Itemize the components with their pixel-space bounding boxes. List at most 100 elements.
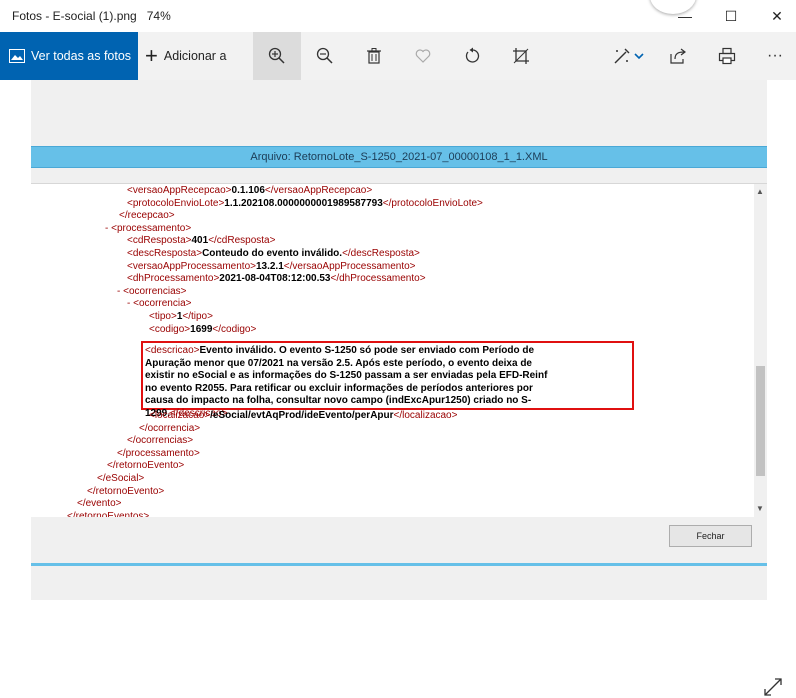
expand-icon[interactable] bbox=[762, 676, 784, 698]
xml-tag: <dhProcessamento> bbox=[127, 273, 220, 285]
bottom-strip bbox=[31, 563, 767, 566]
xml-value: /eSocial/evtAqProd/ideEvento/perApur bbox=[210, 410, 394, 421]
xml-close-tag: </versaoAppProcessamento> bbox=[283, 260, 416, 272]
scroll-thumb[interactable] bbox=[756, 366, 765, 476]
xml-tag: </recepcao> bbox=[119, 210, 175, 222]
xml-tag: <cdResposta> bbox=[127, 235, 192, 247]
share-button[interactable] bbox=[654, 32, 702, 80]
delete-icon bbox=[367, 48, 381, 64]
edit-dropdown[interactable] bbox=[626, 32, 652, 80]
close-dialog-button[interactable]: Fechar bbox=[669, 525, 752, 547]
xml-tag: <versaoAppProcessamento> bbox=[127, 260, 256, 272]
xml-close-tag: </dhProcessamento> bbox=[330, 273, 426, 285]
xml-line: </eSocial> bbox=[97, 473, 144, 485]
delete-button[interactable] bbox=[350, 32, 398, 80]
screenshot-image: Arquivo: RetornoLote_S-1250_2021-07_0000… bbox=[31, 80, 767, 600]
more-button[interactable]: ··· bbox=[751, 32, 796, 80]
maximize-button[interactable]: ☐ bbox=[708, 0, 754, 32]
xml-line: <cdResposta>401</cdResposta> bbox=[127, 235, 275, 247]
plus-icon: + bbox=[145, 43, 158, 68]
print-icon bbox=[718, 47, 736, 65]
xml-value: 0.1.106 bbox=[231, 185, 265, 196]
share-icon bbox=[670, 48, 686, 64]
add-to-label: Adicionar a bbox=[163, 49, 227, 63]
xml-line: <descResposta>Conteudo do evento inválid… bbox=[127, 248, 420, 260]
xml-close-tag: </cdResposta> bbox=[208, 235, 276, 247]
scroll-up-icon[interactable]: ▲ bbox=[756, 187, 764, 196]
xml-value: 1699 bbox=[190, 323, 213, 335]
rotate-icon bbox=[465, 47, 480, 63]
xml-tag: <descResposta> bbox=[127, 248, 203, 259]
dialog-footer: Fechar bbox=[31, 517, 767, 559]
xml-line: </recepcao> bbox=[119, 210, 175, 222]
see-all-label: Ver todas as fotos bbox=[31, 49, 132, 63]
toolbar: Ver todas as fotos + Adicionar a ··· bbox=[0, 32, 796, 80]
xml-tag: - <ocorrencia> bbox=[127, 298, 192, 310]
xml-tag: <codigo> bbox=[149, 323, 191, 335]
xml-line: <protocoloEnvioLote>1.1.202108.000000000… bbox=[127, 198, 483, 210]
image-canvas: Arquivo: RetornoLote_S-1250_2021-07_0000… bbox=[0, 80, 796, 696]
vertical-scrollbar[interactable]: ▲ ▼ bbox=[754, 184, 767, 517]
favorite-button[interactable] bbox=[399, 32, 447, 80]
zoom-out-button[interactable] bbox=[301, 32, 349, 80]
xml-line: <versaoAppProcessamento>13.2.1</versaoAp… bbox=[127, 261, 416, 273]
xml-viewer: <versaoAppRecepcao>0.1.106</versaoAppRec… bbox=[31, 183, 767, 517]
xml-close-tag: </descResposta> bbox=[342, 248, 420, 259]
xml-tag: - <ocorrencias> bbox=[117, 285, 187, 297]
xml-tag: </ocorrencias> bbox=[127, 435, 194, 447]
descricao-line: Evento inválido. O evento S-1250 só pode… bbox=[199, 345, 535, 356]
see-all-photos-button[interactable]: Ver todas as fotos bbox=[0, 32, 138, 80]
xml-value: 401 bbox=[191, 235, 209, 247]
xml-line: - <processamento> bbox=[105, 223, 191, 235]
xml-value: 1.1.202108.0000000001989587793 bbox=[224, 197, 383, 209]
xml-tag: <localizacao> bbox=[149, 410, 211, 421]
add-to-button[interactable]: + Adicionar a bbox=[145, 32, 226, 80]
xml-tag: </evento> bbox=[77, 498, 122, 510]
minimize-button[interactable]: — bbox=[662, 0, 708, 32]
title-bar: Fotos - E-social (1).png 74% — ☐ ✕ bbox=[0, 0, 796, 32]
zoom-in-icon bbox=[268, 47, 285, 64]
descricao-line: existir no eSocial e as informações do S… bbox=[145, 370, 548, 381]
file-header: Arquivo: RetornoLote_S-1250_2021-07_0000… bbox=[31, 146, 767, 168]
xml-value: 13.2.1 bbox=[255, 260, 284, 272]
xml-tag: <versaoAppRecepcao> bbox=[127, 185, 232, 196]
xml-line: </retornoEvento> bbox=[87, 486, 164, 498]
favorite-icon bbox=[415, 49, 431, 63]
xml-line: <codigo>1699</codigo> bbox=[149, 324, 256, 336]
xml-tag: - <processamento> bbox=[105, 222, 192, 234]
zoom-out-icon bbox=[316, 47, 333, 64]
descricao-block: <descricao>Evento inválido. O evento S-1… bbox=[145, 345, 611, 420]
print-button[interactable] bbox=[703, 32, 751, 80]
xml-value: Conteudo do evento inválido. bbox=[202, 248, 343, 259]
xml-line: - <ocorrencia> bbox=[127, 298, 191, 310]
xml-line: - <ocorrencias> bbox=[117, 286, 186, 298]
scroll-down-icon[interactable]: ▼ bbox=[756, 504, 764, 513]
xml-close-tag: </protocoloEnvioLote> bbox=[382, 197, 483, 209]
xml-tag: </retornoEvento> bbox=[87, 485, 165, 497]
window-title: Fotos - E-social (1).png 74% bbox=[12, 9, 171, 23]
xml-close-tag: </versaoAppRecepcao> bbox=[264, 185, 373, 196]
crop-button[interactable] bbox=[497, 32, 545, 80]
xml-line: </evento> bbox=[77, 498, 121, 510]
zoom-level: 74% bbox=[146, 9, 171, 23]
xml-line: </ocorrencias> bbox=[127, 435, 193, 447]
xml-line: </processamento> bbox=[117, 448, 200, 460]
xml-value: 2021-08-04T08:12:00.53 bbox=[219, 273, 331, 285]
crop-icon bbox=[513, 48, 529, 64]
xml-tag: <protocoloEnvioLote> bbox=[127, 197, 225, 209]
descricao-open-tag: <descricao> bbox=[145, 345, 200, 356]
xml-close-tag: </localizacao> bbox=[393, 410, 458, 421]
xml-tag: </ocorrencia> bbox=[139, 422, 201, 434]
xml-line: <localizacao>/eSocial/evtAqProd/ideEvent… bbox=[149, 410, 457, 422]
xml-line: <tipo>1</tipo> bbox=[149, 311, 213, 323]
rotate-button[interactable] bbox=[449, 32, 497, 80]
xml-tag: </processamento> bbox=[117, 447, 200, 459]
zoom-in-button[interactable] bbox=[253, 32, 301, 80]
descricao-line: Apuração menor que 07/2021 na versão 2.5… bbox=[145, 357, 532, 369]
close-button[interactable]: ✕ bbox=[754, 0, 796, 32]
descricao-line: causa do impacto na folha, consultar nov… bbox=[145, 395, 532, 406]
xml-tag: </retornoEvento> bbox=[107, 460, 185, 472]
chevron-down-icon bbox=[634, 53, 644, 60]
xml-line: </ocorrencia> bbox=[139, 423, 200, 435]
xml-line: <versaoAppRecepcao>0.1.106</versaoAppRec… bbox=[127, 185, 372, 197]
